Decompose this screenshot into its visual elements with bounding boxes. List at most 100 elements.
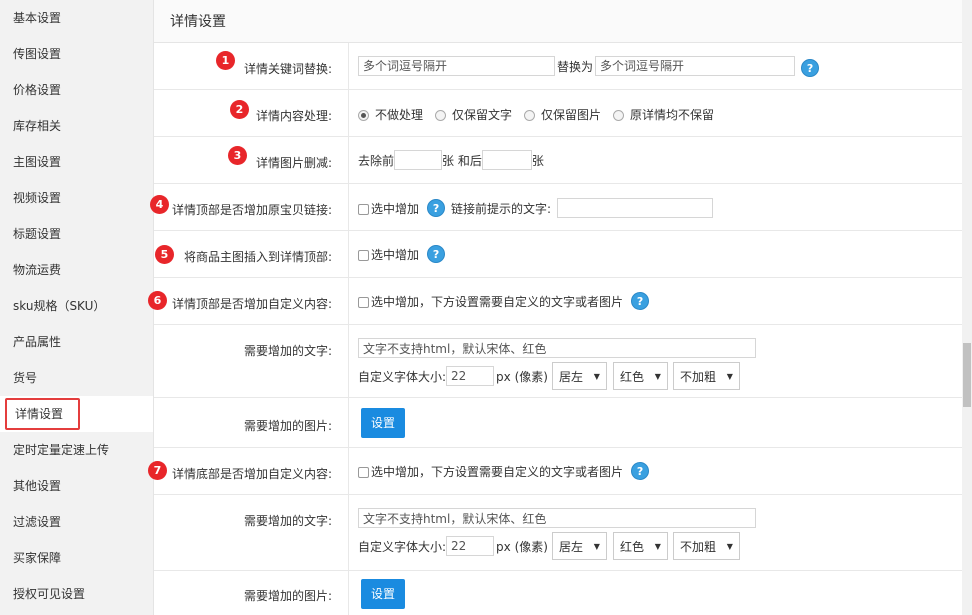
radio-button[interactable] — [524, 110, 536, 121]
help-icon[interactable]: ? — [427, 245, 446, 263]
keyword-source-input[interactable] — [358, 56, 555, 76]
sidebar-item-label: 基本设置 — [13, 11, 62, 25]
radio-button[interactable] — [435, 110, 447, 121]
sidebar-item-label: 标题设置 — [13, 227, 62, 241]
font-size-unit: px (像素) — [496, 369, 548, 384]
row-top-custom-content: 6 详情顶部是否增加自定义内容: 选中增加，下方设置需要自定义的文字或者图片 ? — [148, 278, 963, 325]
font-size-unit: px (像素) — [496, 539, 548, 554]
sidebar-item-price[interactable]: 价格设置 — [0, 72, 153, 108]
step-badge: 6 — [148, 291, 167, 310]
top-custom-text-input[interactable] — [358, 338, 756, 358]
sidebar-item-scheduled-upload[interactable]: 定时定量定速上传 — [0, 432, 153, 468]
row-bottom-custom-image: 需要增加的图片: 设置 — [154, 571, 963, 615]
sidebar-item-label: 库存相关 — [13, 119, 62, 133]
row-content-processing: 2 详情内容处理: 不做处理 仅保留文字 仅保留图片 原详情均不保留 — [154, 90, 963, 137]
sidebar-item-buyer-protection[interactable]: 买家保障 — [0, 540, 153, 576]
radio-option-text-only[interactable]: 仅保留文字 — [435, 106, 512, 123]
bottom-image-settings-button[interactable]: 设置 — [361, 579, 405, 609]
trim-suffix-text: 张 — [531, 153, 544, 168]
align-select[interactable]: 居左 ▼ — [551, 532, 607, 560]
keyword-target-input[interactable] — [595, 56, 796, 76]
bottom-text-label: 需要增加的文字: — [243, 514, 332, 528]
radio-button[interactable] — [358, 110, 369, 121]
color-select[interactable]: 红色 ▼ — [612, 532, 668, 560]
font-size-label: 自定义字体大小: — [358, 369, 447, 384]
sidebar-item-label: 买家保障 — [13, 551, 62, 565]
sidebar-item-label: sku规格（SKU） — [13, 299, 106, 313]
sidebar-item-filter[interactable]: 过滤设置 — [0, 504, 153, 540]
link-hint-input[interactable] — [557, 198, 714, 218]
sidebar-item-video[interactable]: 视频设置 — [0, 180, 153, 216]
sidebar-item-label: 产品属性 — [13, 335, 62, 349]
content-processing-label: 详情内容处理: — [255, 109, 332, 123]
radio-option-keep-none[interactable]: 原详情均不保留 — [613, 106, 714, 123]
chevron-down-icon: ▼ — [654, 541, 661, 551]
sidebar-item-label: 物流运费 — [13, 263, 62, 277]
bold-select[interactable]: 不加粗 ▼ — [672, 362, 740, 390]
color-select[interactable]: 红色 ▼ — [612, 362, 668, 390]
sidebar-item-detail[interactable]: 详情设置 — [0, 396, 153, 432]
main-panel: 详情设置 1 详情关键词替换: 替换为 ? 2 详情内容处理: 不做处理 仅保留… — [148, 0, 963, 615]
font-size-input[interactable] — [446, 366, 495, 386]
radio-button[interactable] — [613, 110, 625, 121]
insert-main-image-label: 将商品主图插入到详情顶部: — [183, 250, 332, 264]
step-badge: 2 — [230, 100, 249, 119]
top-custom-checkbox[interactable]: 选中增加，下方设置需要自定义的文字或者图片 — [358, 293, 623, 310]
chevron-down-icon: ▼ — [726, 371, 733, 381]
sidebar-item-basic[interactable]: 基本设置 — [0, 0, 153, 36]
source-link-label: 详情顶部是否增加原宝贝链接: — [171, 203, 332, 217]
trim-prefix-text: 去除前 — [358, 153, 395, 168]
keyword-replace-label: 详情关键词替换: — [243, 62, 332, 76]
chevron-down-icon: ▼ — [726, 541, 733, 551]
source-link-checkbox[interactable]: 选中增加 — [358, 200, 419, 217]
top-text-label: 需要增加的文字: — [243, 344, 332, 358]
sidebar-item-stock[interactable]: 库存相关 — [0, 108, 153, 144]
sidebar-item-shipping[interactable]: 物流运费 — [0, 252, 153, 288]
scrollbar[interactable] — [962, 0, 972, 615]
bottom-custom-content-label: 详情底部是否增加自定义内容: — [171, 467, 332, 481]
help-icon[interactable]: ? — [631, 462, 650, 480]
row-bottom-custom-content: 7 详情底部是否增加自定义内容: 选中增加，下方设置需要自定义的文字或者图片 ? — [148, 448, 963, 495]
row-top-custom-image: 需要增加的图片: 设置 — [154, 398, 963, 448]
step-badge: 4 — [150, 195, 169, 214]
top-image-settings-button[interactable]: 设置 — [361, 408, 405, 438]
radio-option-image-only[interactable]: 仅保留图片 — [524, 106, 601, 123]
sidebar-item-label: 视频设置 — [13, 191, 62, 205]
bold-select[interactable]: 不加粗 ▼ — [672, 532, 740, 560]
scrollbar-thumb[interactable] — [963, 343, 971, 407]
sidebar-item-item-number[interactable]: 货号 — [0, 360, 153, 396]
help-icon[interactable]: ? — [801, 59, 820, 77]
insert-main-image-checkbox[interactable]: 选中增加 — [358, 246, 419, 263]
step-badge: 3 — [228, 146, 247, 165]
help-icon[interactable]: ? — [631, 292, 650, 310]
sidebar-item-upload-image[interactable]: 传图设置 — [0, 36, 153, 72]
trim-front-count-input[interactable] — [394, 150, 443, 170]
sidebar-item-label: 货号 — [13, 371, 38, 385]
sidebar-item-title[interactable]: 标题设置 — [0, 216, 153, 252]
sidebar-item-label: 传图设置 — [13, 47, 62, 61]
sidebar-item-main-image[interactable]: 主图设置 — [0, 144, 153, 180]
step-badge: 5 — [155, 245, 174, 264]
font-size-input[interactable] — [446, 536, 495, 556]
sidebar-item-sku[interactable]: sku规格（SKU） — [0, 288, 153, 324]
bottom-custom-text-input[interactable] — [358, 508, 756, 528]
trim-back-count-input[interactable] — [481, 150, 532, 170]
row-bottom-custom-text: 需要增加的文字: 自定义字体大小: px (像素) 居左▼ 红色▼ 不加粗▼ — [154, 495, 963, 571]
sidebar-item-other[interactable]: 其他设置 — [0, 468, 153, 504]
bottom-image-label: 需要增加的图片: — [243, 589, 332, 603]
sidebar-item-authorization[interactable]: 授权可见设置 — [0, 576, 153, 612]
align-select[interactable]: 居左 ▼ — [551, 362, 607, 390]
top-custom-content-label: 详情顶部是否增加自定义内容: — [171, 297, 332, 311]
sidebar-item-label: 其他设置 — [13, 479, 62, 493]
help-icon[interactable]: ? — [427, 199, 446, 217]
sidebar-item-attributes[interactable]: 产品属性 — [0, 324, 153, 360]
radio-option-none[interactable]: 不做处理 — [358, 106, 423, 123]
sidebar-item-label: 详情设置 — [15, 407, 64, 421]
chevron-down-icon: ▼ — [593, 541, 600, 551]
step-badge: 7 — [148, 461, 167, 480]
chevron-down-icon: ▼ — [654, 371, 661, 381]
sidebar-item-label: 授权可见设置 — [13, 587, 86, 601]
bottom-custom-checkbox[interactable]: 选中增加，下方设置需要自定义的文字或者图片 — [358, 463, 623, 480]
row-source-link: 4 详情顶部是否增加原宝贝链接: 选中增加 ? 链接前提示的文字: — [150, 184, 963, 231]
sidebar-item-label: 主图设置 — [13, 155, 62, 169]
